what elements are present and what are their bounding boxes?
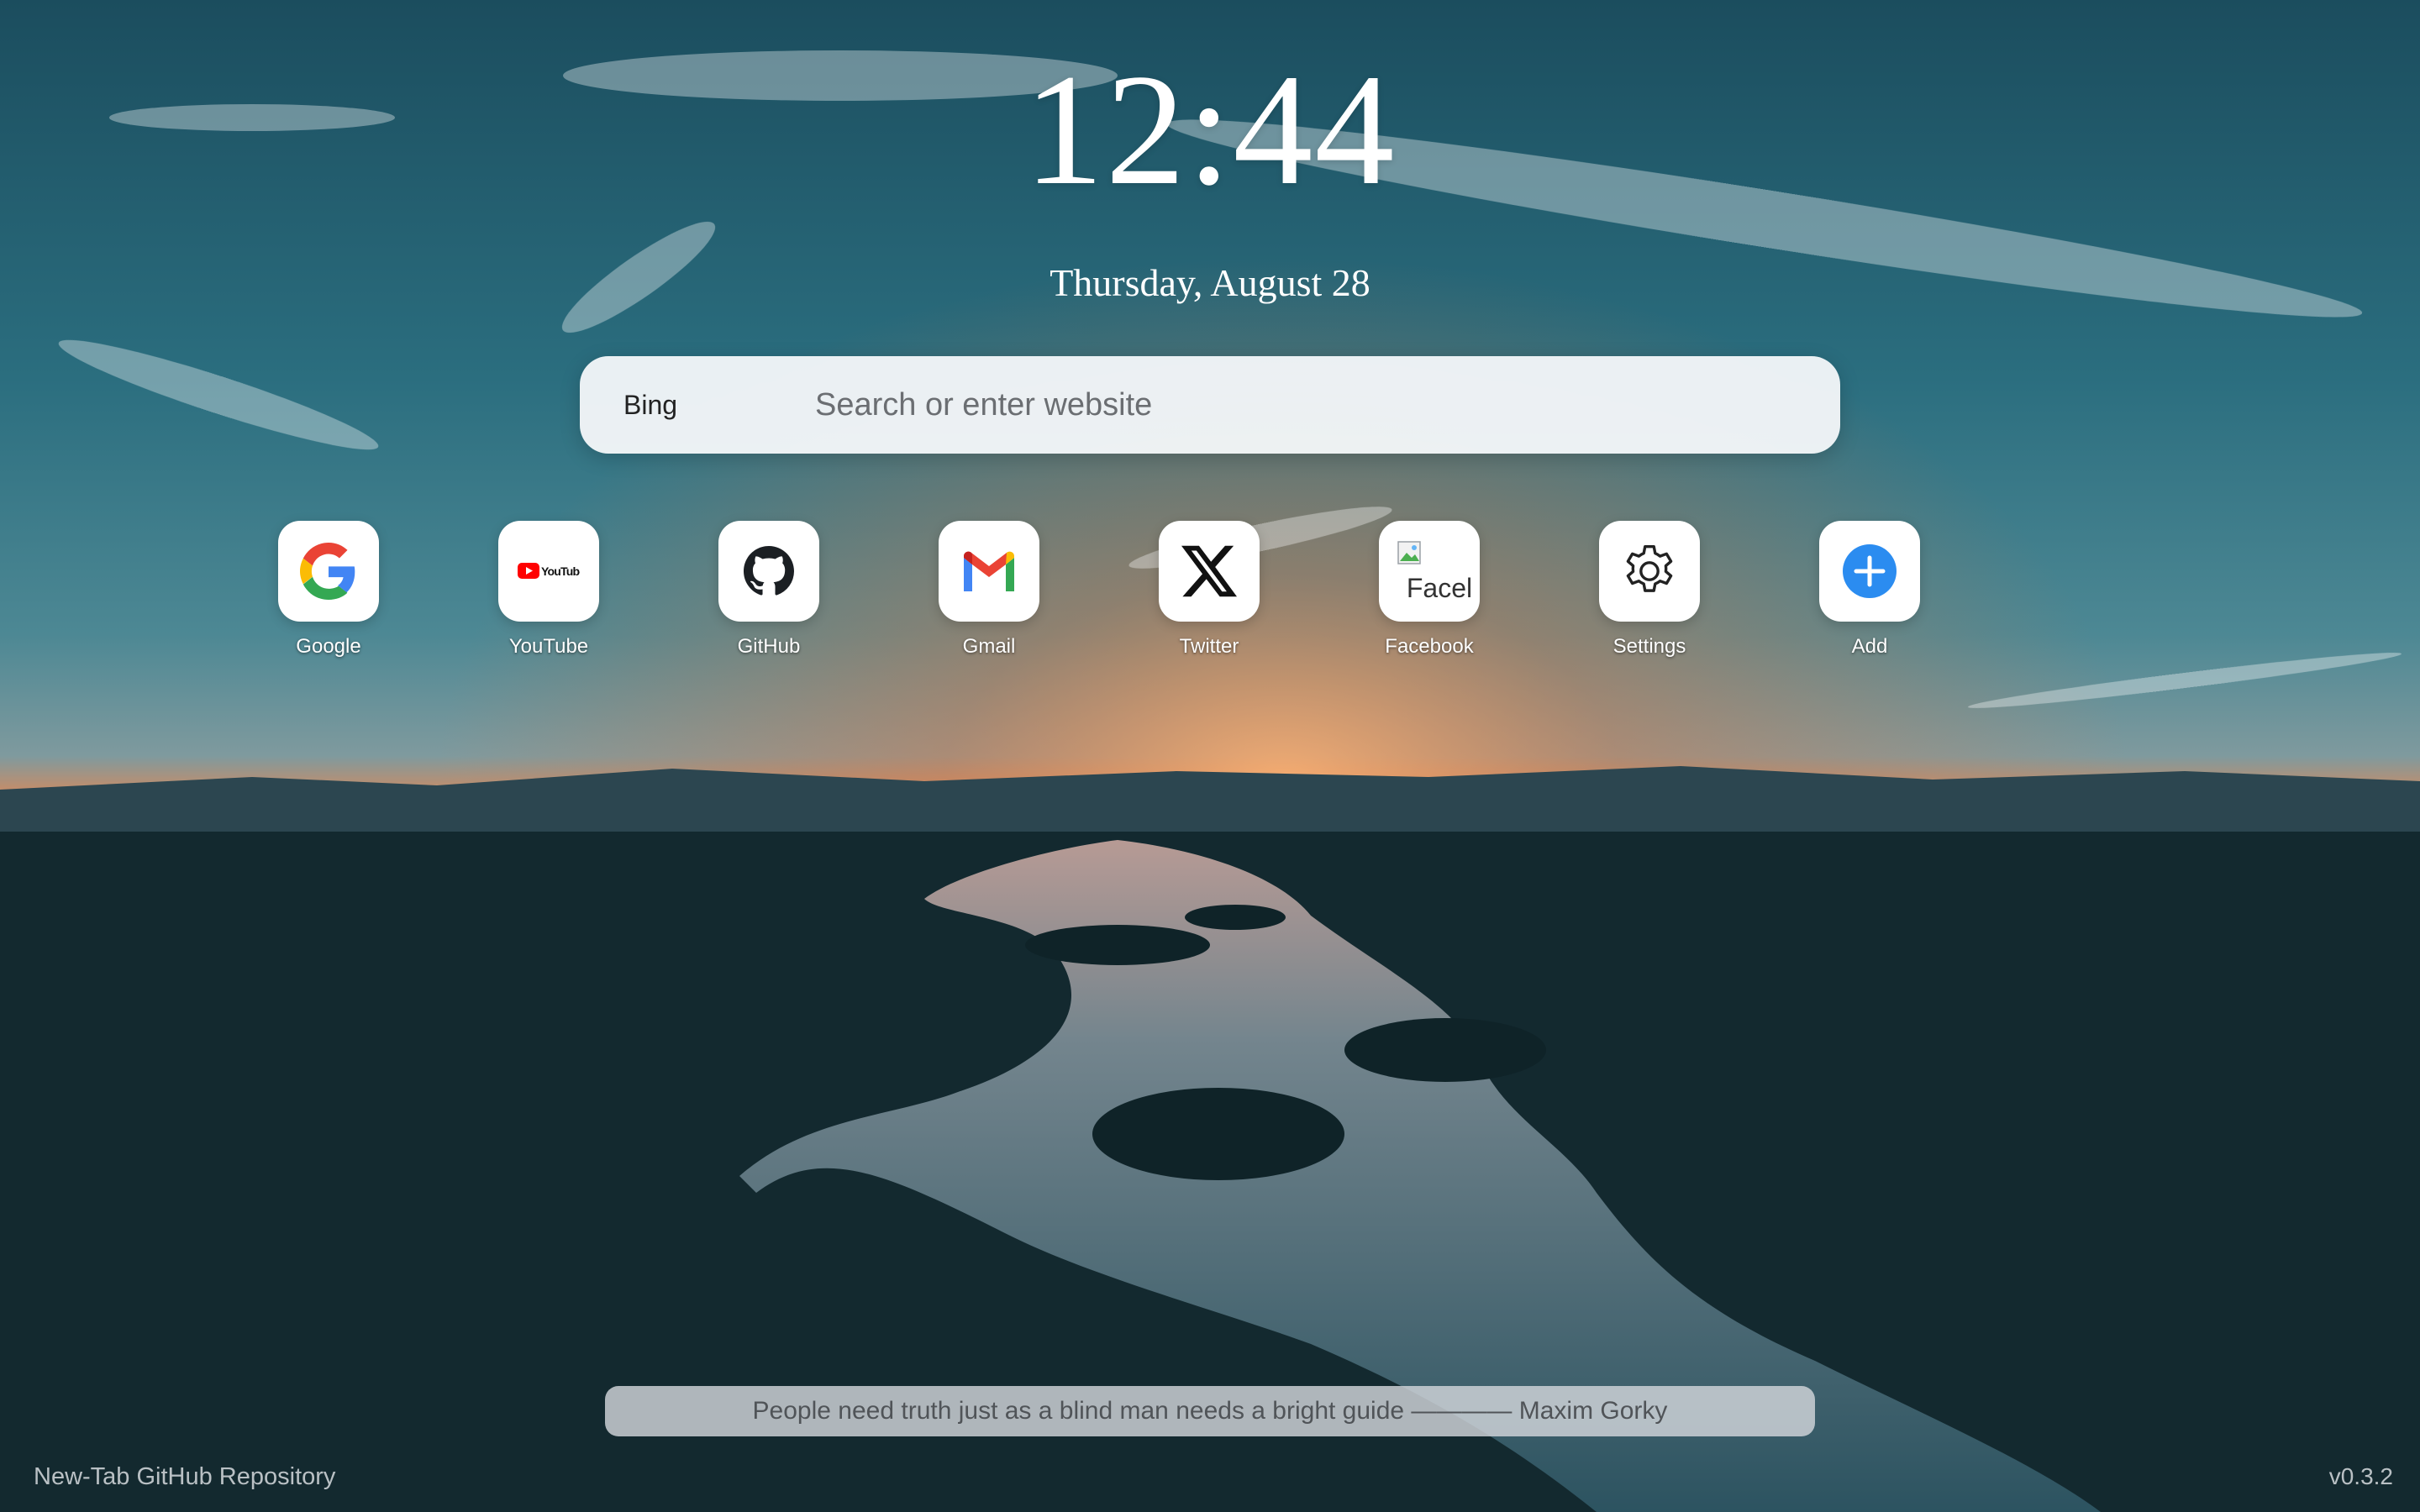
shortcut-facebook[interactable]: Facel Facebook — [1362, 521, 1497, 672]
shortcut-label: Facebook — [1385, 635, 1474, 658]
clock-time: 12:44 — [1023, 42, 1397, 218]
shortcut-label: GitHub — [737, 635, 801, 658]
version-label: v0.3.2 — [2328, 1463, 2393, 1489]
shortcut-google[interactable]: Google — [261, 521, 396, 672]
shortcut-label: Twitter — [1179, 635, 1239, 658]
wallpaper-background — [0, 0, 2420, 1512]
shortcut-label: Google — [296, 635, 361, 658]
shortcut-gmail[interactable]: Gmail — [922, 521, 1056, 672]
shortcut-github[interactable]: GitHub — [702, 521, 836, 672]
search-input[interactable] — [815, 371, 1807, 438]
shortcut-label: YouTube — [508, 635, 589, 658]
shortcut-label: Add — [1851, 635, 1888, 658]
youtube-logo-text: YouTube — [541, 564, 580, 578]
shortcut-label: Settings — [1612, 635, 1686, 658]
broken-image-alt-text: Facel — [1406, 573, 1473, 603]
x-icon — [1159, 521, 1260, 622]
shortcut-twitter[interactable]: Twitter — [1142, 521, 1276, 672]
quote-banner: People need truth just as a blind man ne… — [605, 1386, 1815, 1436]
shortcut-label: Gmail — [962, 635, 1016, 658]
shortcut-youtube[interactable]: YouTube YouTube — [481, 521, 616, 672]
shortcut-settings[interactable]: Settings — [1582, 521, 1717, 672]
broken-image-icon: Facel — [1379, 521, 1480, 622]
github-repository-link[interactable]: New-Tab GitHub Repository — [34, 1463, 335, 1491]
youtube-icon: YouTube — [498, 521, 599, 622]
github-icon — [718, 521, 819, 622]
shortcut-add[interactable]: Add — [1802, 521, 1937, 672]
gmail-icon — [939, 521, 1039, 622]
search-bar: Bing — [580, 356, 1840, 454]
plus-icon — [1819, 521, 1920, 622]
date-display: Thursday, August 28 — [1050, 261, 1370, 304]
gear-icon — [1599, 521, 1700, 622]
search-engine-selector[interactable]: Bing — [623, 356, 677, 454]
google-icon — [278, 521, 379, 622]
